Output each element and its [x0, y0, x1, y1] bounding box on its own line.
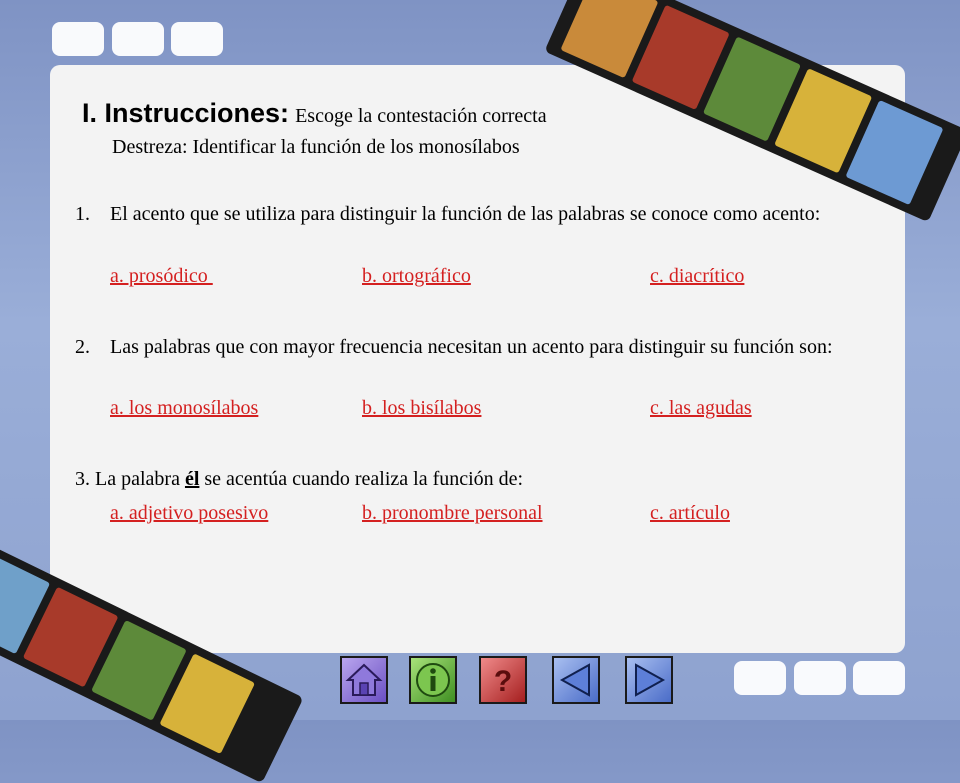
question-2-option-c[interactable]: c. las agudas: [650, 397, 752, 420]
question-1-text: El acento que se utiliza para distinguir…: [110, 203, 821, 225]
question-3-number: 3.: [75, 468, 90, 490]
forward-arrow-icon: [635, 663, 666, 697]
top-left-tab-3: [171, 22, 223, 56]
info-button[interactable]: [409, 656, 457, 704]
instructions-heading: I. Instrucciones: Escoge la contestación …: [82, 98, 547, 129]
info-icon: [416, 663, 450, 697]
question-1-number: 1.: [75, 203, 90, 225]
question-1-option-a[interactable]: a. prosódico: [110, 265, 213, 288]
skill-line: Destreza: Identificar la función de los …: [112, 136, 520, 158]
instructions-subtitle: Escoge la contestación correcta: [295, 105, 547, 127]
question-1-option-b[interactable]: b. ortográfico: [362, 265, 471, 288]
help-button[interactable]: ?: [479, 656, 527, 704]
question-2-text: Las palabras que con mayor frecuencia ne…: [110, 336, 833, 358]
help-icon: ?: [494, 665, 512, 698]
forward-button[interactable]: [625, 656, 673, 704]
back-arrow-icon: [559, 663, 590, 697]
question-3-text-after: se acentúa cuando realiza la función de:: [199, 468, 524, 490]
top-left-tab-2: [112, 22, 164, 56]
question-3-highlight: él: [184, 468, 200, 490]
question-3-option-c[interactable]: c. artículo: [650, 502, 730, 525]
question-3-option-b[interactable]: b. pronombre personal: [362, 502, 543, 525]
question-3-option-a[interactable]: a. adjetivo posesivo: [110, 502, 268, 525]
bottom-right-tab-3: [853, 661, 905, 695]
question-3: 3. La palabra él se acentúa cuando reali…: [75, 465, 865, 493]
question-3-text-before: La palabra: [95, 468, 185, 490]
back-button[interactable]: [552, 656, 600, 704]
instructions-title: I. Instrucciones:: [82, 98, 290, 128]
top-left-tab-1: [52, 22, 104, 56]
home-button[interactable]: [340, 656, 388, 704]
home-icon: [345, 663, 383, 696]
question-2-number: 2.: [75, 336, 90, 358]
question-2: 2. Las palabras que con mayor frecuencia…: [75, 333, 865, 361]
svg-text:?: ?: [494, 665, 512, 698]
question-1-option-c[interactable]: c. diacrítico: [650, 265, 744, 288]
question-1: 1. El acento que se utiliza para disting…: [75, 200, 855, 228]
bottom-right-tab-2: [794, 661, 846, 695]
question-2-option-a[interactable]: a. los monosílabos: [110, 397, 258, 420]
question-2-option-b[interactable]: b. los bisílabos: [362, 397, 481, 420]
bottom-right-tab-1: [734, 661, 786, 695]
